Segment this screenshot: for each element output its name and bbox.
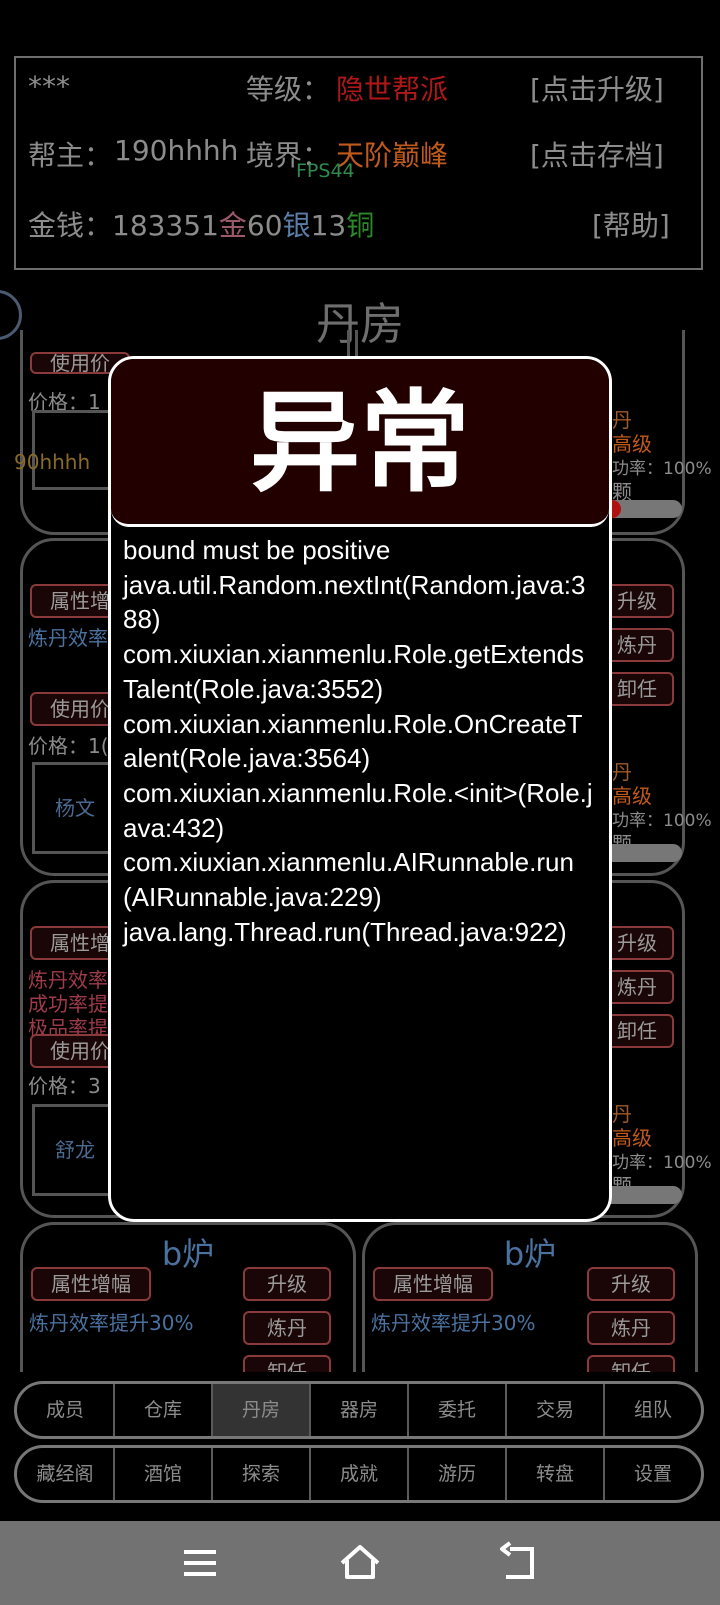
price-label: 价格：: [28, 734, 88, 758]
dialog-title: 异常: [111, 359, 609, 527]
back-icon[interactable]: [496, 1539, 544, 1587]
fps-counter: FPS44: [296, 160, 355, 182]
price-row: 价格：1(: [28, 730, 109, 759]
system-navigation-bar: [0, 1521, 720, 1605]
npc-name: 杨文: [55, 796, 95, 820]
gold-unit: 金: [218, 209, 247, 242]
tab-team[interactable]: 组队: [605, 1384, 701, 1436]
tab-tavern[interactable]: 酒馆: [115, 1448, 213, 1500]
tab-settings[interactable]: 设置: [605, 1448, 701, 1500]
effect-text: 炼丹效率提升30%: [29, 1311, 194, 1335]
furnace-card-b-right: b炉 属性增幅 炼丹效率提升30% 升级 炼丹 卸任: [362, 1222, 698, 1389]
effect-text: 炼丹效率提升30%: [371, 1311, 536, 1335]
exception-dialog[interactable]: 异常 bound must be positive java.util.Rand…: [108, 356, 612, 1222]
silver-amount: 60: [246, 209, 283, 242]
npc-name: 舒龙: [55, 1138, 95, 1162]
upgrade-button[interactable]: 升级: [587, 1267, 675, 1301]
tab-bar-secondary: 藏经阁 酒馆 探索 成就 游历 转盘 设置: [14, 1445, 704, 1503]
attr-boost-button[interactable]: 属性增幅: [373, 1267, 493, 1301]
refine-button[interactable]: 炼丹: [587, 1311, 675, 1345]
tab-library[interactable]: 藏经阁: [17, 1448, 115, 1500]
help-link[interactable]: [帮助]: [592, 204, 670, 244]
leader-label: 帮主：: [28, 139, 113, 172]
advanced-label: 高级: [612, 432, 652, 456]
save-link[interactable]: [点击存档]: [530, 134, 664, 174]
home-icon[interactable]: [336, 1539, 384, 1587]
sect-info-panel: *** 等级： 隐世帮派 [点击升级] 帮主： 190hhhh 境界： 天阶巅峰…: [14, 56, 703, 270]
tab-commission[interactable]: 委托: [409, 1384, 507, 1436]
leader-name: 190hhhh: [114, 134, 239, 167]
tab-bar-primary: 成员 仓库 丹房 器房 委托 交易 组队: [14, 1381, 704, 1439]
npc-slot[interactable]: 舒龙: [32, 1104, 118, 1196]
tab-warehouse[interactable]: 仓库: [115, 1384, 213, 1436]
sect-name: ***: [28, 70, 70, 103]
gold-amount: 183351: [112, 209, 219, 242]
level-value: 隐世帮派: [336, 73, 449, 106]
tab-trade[interactable]: 交易: [507, 1384, 605, 1436]
progress-bar: [600, 844, 682, 862]
upgrade-button[interactable]: 升级: [243, 1267, 331, 1301]
money-label: 金钱：: [28, 209, 113, 242]
price-row: 价格：3: [28, 1070, 101, 1099]
price-label: 价格：: [28, 1074, 88, 1098]
tab-wheel[interactable]: 转盘: [507, 1448, 605, 1500]
price-value: 3: [88, 1074, 101, 1098]
furnace-card-b-left: b炉 属性增幅 炼丹效率提升30% 升级 炼丹 卸任: [20, 1222, 356, 1389]
price-value: 1(: [88, 734, 109, 758]
tab-explore[interactable]: 探索: [213, 1448, 311, 1500]
attr-boost-button[interactable]: 属性增幅: [31, 1267, 151, 1301]
money-row: 金钱：183351金60银13铜: [28, 204, 374, 244]
tab-achievements[interactable]: 成就: [311, 1448, 409, 1500]
advanced-label: 高级: [612, 1126, 652, 1150]
dialog-message: bound must be positive java.util.Random.…: [123, 535, 593, 947]
upgrade-link[interactable]: [点击升级]: [530, 68, 664, 108]
silver-unit: 银: [282, 209, 311, 242]
tab-members[interactable]: 成员: [17, 1384, 115, 1436]
advanced-label: 高级: [612, 784, 652, 808]
npc-slot[interactable]: 杨文: [32, 762, 118, 854]
refine-button[interactable]: 炼丹: [243, 1311, 331, 1345]
owner-fragment: 90hhhh: [14, 450, 91, 474]
copper-amount: 13: [310, 209, 347, 242]
tab-travel[interactable]: 游历: [409, 1448, 507, 1500]
efficiency-text: 炼丹效率: [28, 626, 108, 650]
level-label: 等级：: [246, 73, 331, 106]
copper-unit: 铜: [346, 209, 375, 242]
progress-bar: [600, 1186, 682, 1204]
progress-bar: [600, 500, 682, 518]
tab-alchemy-room[interactable]: 丹房: [213, 1384, 311, 1436]
tab-forge-room[interactable]: 器房: [311, 1384, 409, 1436]
menu-icon[interactable]: [176, 1539, 224, 1587]
